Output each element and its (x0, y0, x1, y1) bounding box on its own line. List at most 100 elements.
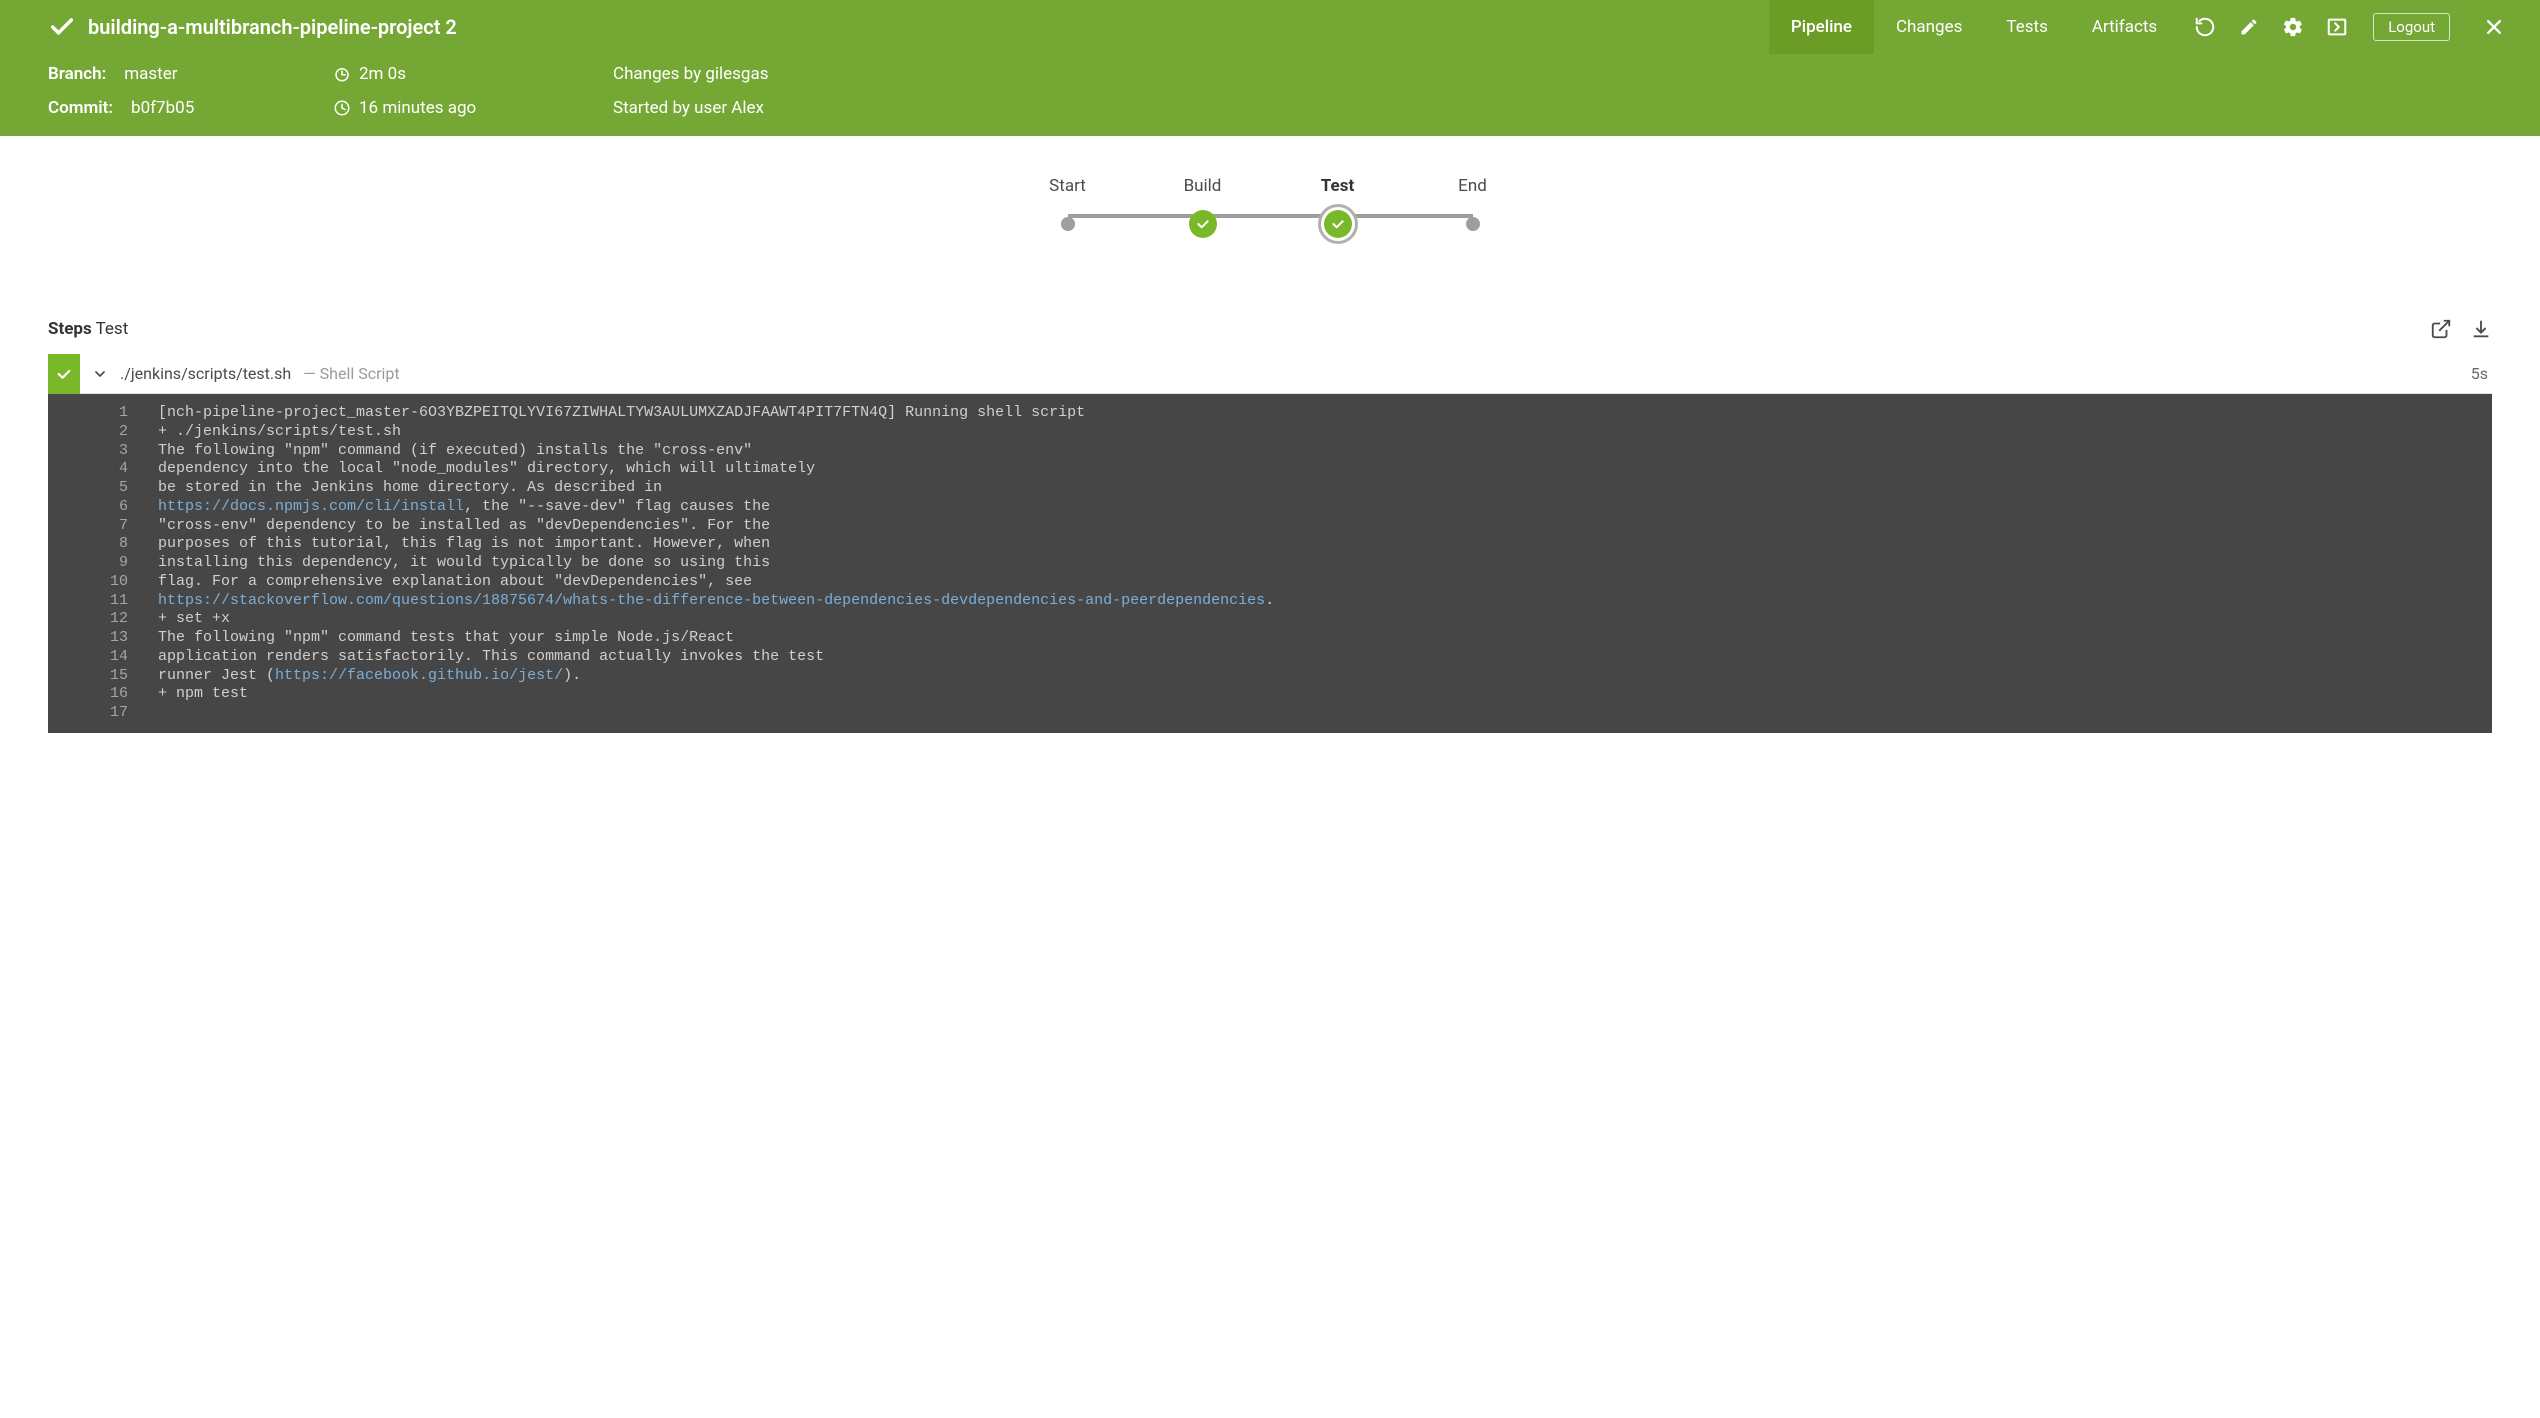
line-text: + set +x (158, 610, 2492, 629)
console-line: 1[nch-pipeline-project_master-6O3YBZPEIT… (48, 404, 2492, 423)
stage-end: End (1405, 176, 1540, 238)
changes-by-value: Changes by gilesgas (613, 64, 769, 84)
stage-label: Build (1184, 176, 1222, 196)
line-number: 1 (48, 404, 158, 423)
line-number: 7 (48, 517, 158, 536)
step-description: — Shell Script (303, 364, 399, 383)
close-icon[interactable] (2482, 15, 2506, 39)
console-line: 17 (48, 704, 2492, 723)
logout-button[interactable]: Logout (2373, 13, 2450, 41)
console-link[interactable]: https://docs.npmjs.com/cli/install (158, 498, 464, 515)
tab-pipeline[interactable]: Pipeline (1769, 0, 1874, 54)
started-by-value: Started by user Alex (613, 98, 764, 118)
console-line: 9installing this dependency, it would ty… (48, 554, 2492, 573)
console-line: 5be stored in the Jenkins home directory… (48, 479, 2492, 498)
line-text: runner Jest (https://facebook.github.io/… (158, 667, 2492, 686)
line-number: 13 (48, 629, 158, 648)
line-text: + ./jenkins/scripts/test.sh (158, 423, 2492, 442)
stage-label: Start (1049, 176, 1086, 196)
clock-icon (333, 99, 351, 117)
line-text: dependency into the local "node_modules"… (158, 460, 2492, 479)
line-text: application renders satisfactorily. This… (158, 648, 2492, 667)
console-line: 6https://docs.npmjs.com/cli/install, the… (48, 498, 2492, 517)
stage-label: Test (1321, 176, 1354, 196)
step-row[interactable]: ./jenkins/scripts/test.sh — Shell Script… (48, 354, 2492, 394)
line-number: 9 (48, 554, 158, 573)
line-text: [nch-pipeline-project_master-6O3YBZPEITQ… (158, 404, 2492, 423)
commit-label: Commit: (48, 98, 113, 118)
line-text: flag. For a comprehensive explanation ab… (158, 573, 2492, 592)
header-tabs: Pipeline Changes Tests Artifacts Logout (1769, 0, 2516, 54)
console-line: 7"cross-env" dependency to be installed … (48, 517, 2492, 536)
commit-value: b0f7b05 (131, 98, 194, 118)
stage-node-check-icon[interactable] (1324, 210, 1352, 238)
commit-row: Commit: b0f7b05 (48, 98, 333, 118)
duration-row: 2m 0s (333, 64, 613, 84)
branch-label: Branch: (48, 64, 106, 84)
console-line: 10flag. For a comprehensive explanation … (48, 573, 2492, 592)
console-line: 8purposes of this tutorial, this flag is… (48, 535, 2492, 554)
stage-node-dot (1061, 217, 1075, 231)
line-number: 10 (48, 573, 158, 592)
line-number: 6 (48, 498, 158, 517)
steps-title: Steps Test (48, 319, 128, 339)
line-text: be stored in the Jenkins home directory.… (158, 479, 2492, 498)
line-number: 4 (48, 460, 158, 479)
line-text: The following "npm" command (if executed… (158, 442, 2492, 461)
console-line: 12+ set +x (48, 610, 2492, 629)
line-text: https://docs.npmjs.com/cli/install, the … (158, 498, 2492, 517)
tab-tests[interactable]: Tests (1984, 0, 2069, 54)
header-top: building-a-multibranch-pipeline-project … (0, 0, 2540, 54)
line-number: 17 (48, 704, 158, 723)
download-icon[interactable] (2470, 318, 2492, 340)
tab-artifacts[interactable]: Artifacts (2070, 0, 2179, 54)
page-title: building-a-multibranch-pipeline-project … (88, 15, 457, 39)
go-to-classic-icon[interactable] (2325, 15, 2349, 39)
line-number: 14 (48, 648, 158, 667)
tab-changes[interactable]: Changes (1874, 0, 1984, 54)
step-status-success-icon (48, 354, 80, 394)
line-number: 2 (48, 423, 158, 442)
started-by-row: Started by user Alex (613, 98, 769, 118)
open-new-window-icon[interactable] (2430, 318, 2452, 340)
console-line: 15runner Jest (https://facebook.github.i… (48, 667, 2492, 686)
console-line: 14application renders satisfactorily. Th… (48, 648, 2492, 667)
step-command: ./jenkins/scripts/test.sh (120, 364, 291, 383)
settings-icon[interactable] (2281, 15, 2305, 39)
pipeline-graph: Start Build Test End (0, 136, 2540, 318)
line-text: installing this dependency, it would typ… (158, 554, 2492, 573)
header-meta: Branch: master Commit: b0f7b05 2m 0s 16 … (0, 54, 2540, 136)
console-output: 1[nch-pipeline-project_master-6O3YBZPEIT… (48, 394, 2492, 733)
line-number: 11 (48, 592, 158, 611)
stage-connector (1203, 214, 1338, 218)
stage-node-dot (1466, 217, 1480, 231)
chevron-down-icon (92, 366, 108, 382)
console-link[interactable]: https://facebook.github.io/jest/ (275, 667, 563, 684)
stage-node-check-icon[interactable] (1189, 210, 1217, 238)
console-line: 3The following "npm" command (if execute… (48, 442, 2492, 461)
stage-connector (1338, 214, 1473, 218)
branch-row: Branch: master (48, 64, 333, 84)
stage-test[interactable]: Test (1270, 176, 1405, 238)
stage-build[interactable]: Build (1135, 176, 1270, 238)
edit-icon[interactable] (2237, 15, 2261, 39)
status-check-icon (48, 13, 76, 41)
line-number: 3 (48, 442, 158, 461)
steps-title-stage: Test (96, 319, 129, 339)
console-line: 13The following "npm" command tests that… (48, 629, 2492, 648)
branch-value: master (124, 64, 177, 84)
rerun-icon[interactable] (2193, 15, 2217, 39)
line-text: The following "npm" command tests that y… (158, 629, 2492, 648)
line-number: 12 (48, 610, 158, 629)
steps-section: Steps Test ./jenkins/scripts/test.sh — S… (0, 318, 2540, 733)
line-number: 16 (48, 685, 158, 704)
console-line: 2+ ./jenkins/scripts/test.sh (48, 423, 2492, 442)
header: building-a-multibranch-pipeline-project … (0, 0, 2540, 136)
steps-title-prefix: Steps (48, 319, 92, 339)
console-line: 4dependency into the local "node_modules… (48, 460, 2492, 479)
line-number: 5 (48, 479, 158, 498)
line-number: 8 (48, 535, 158, 554)
time-ago-value: 16 minutes ago (359, 98, 476, 118)
console-link[interactable]: https://stackoverflow.com/questions/1887… (158, 592, 1265, 609)
changes-by-row: Changes by gilesgas (613, 64, 769, 84)
